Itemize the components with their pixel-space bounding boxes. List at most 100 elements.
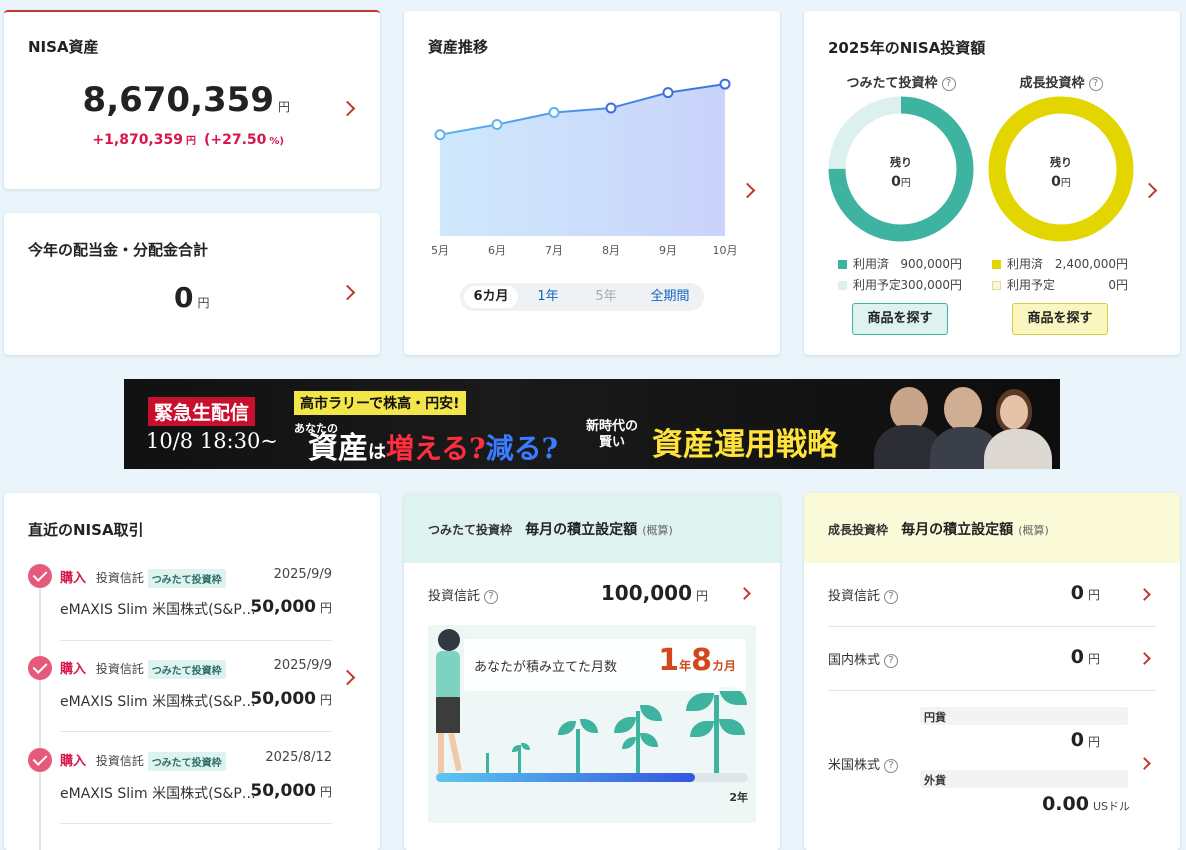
tsumitate-remaining-label: 残り [890, 156, 912, 169]
x-tick-label: 10月 [713, 244, 738, 257]
seicho-find-products-button[interactable]: 商品を探す [1012, 303, 1108, 335]
help-icon[interactable]: ? [941, 76, 956, 91]
mutual-fund-unit: 円 [695, 589, 708, 603]
transaction-category: 投資信託 [95, 754, 144, 768]
seicho-mutual-fund-row: 投資信託? [828, 585, 899, 604]
banner-anata: あなたの [294, 422, 338, 435]
chevron-right-icon[interactable] [1138, 652, 1151, 665]
asset-point[interactable] [491, 118, 503, 130]
seicho-used-value: 2,400,000 [1054, 257, 1116, 271]
progress-end-label: 2年 [729, 791, 748, 804]
asset-trend-card[interactable]: 資産推移 5月 6月 7月 8月 9月 10月 6カ月 1年 5年 全期間 [404, 11, 780, 355]
tsumitate-frame-label: つみたて投資枠 [846, 76, 938, 91]
x-tick-label: 5月 [431, 244, 449, 257]
chevron-right-icon[interactable] [339, 669, 356, 686]
tab-all-time[interactable]: 全期間 [640, 286, 700, 308]
domestic-stock-row: 国内株式? [828, 649, 899, 668]
tsumitate-planned-unit: 円 [949, 278, 962, 292]
us-fx-unit: USドル [1092, 800, 1130, 813]
asset-point[interactable] [434, 129, 446, 141]
nisa-assets-gain: +1,870,359 円 (+27.50%) [4, 132, 284, 148]
asset-area [440, 84, 725, 236]
divider [60, 731, 332, 732]
nisa-assets-card[interactable]: NISA資産 8,670,359 円 +1,870,359 円 (+27.50%) [4, 10, 380, 189]
tsumitate-frame-title: つみたて投資枠? [828, 72, 974, 91]
chevron-right-icon[interactable] [1138, 757, 1151, 770]
tab-5-years: 5年 [595, 289, 617, 304]
transaction-type: 購入 [60, 662, 87, 677]
account-badge: つみたて投資枠 [147, 752, 226, 771]
months-box: あなたが積み立てた月数 1年8カ月 [464, 639, 746, 691]
asset-point[interactable] [548, 107, 560, 119]
banner-wa: は [368, 442, 386, 463]
live-stream-banner[interactable]: 緊急生配信 10/8 18:30~ 高市ラリーで株高・円安! あなたの資産は増え… [124, 379, 1060, 469]
seicho-legend-used: 利用済 2,400,000円 [992, 255, 1128, 272]
tab-6-months[interactable]: 6カ月 [464, 286, 518, 308]
tab-1-year[interactable]: 1年 [524, 286, 572, 308]
asset-trend-chart: 5月 6月 7月 8月 9月 10月 [431, 78, 738, 257]
banner-shisan: 資産 [308, 431, 368, 466]
check-icon [28, 748, 52, 772]
monthly-note: (概算) [642, 524, 673, 537]
help-icon[interactable]: ? [884, 758, 899, 773]
fund-name[interactable]: eMAXIS Slim 米国株式(S&P… [60, 691, 256, 711]
timeline-line [39, 573, 41, 850]
chevron-right-icon[interactable] [1138, 588, 1151, 601]
chevron-right-icon[interactable] [339, 284, 356, 301]
nisa-assets-unit: 円 [277, 100, 290, 114]
account-badge: つみたて投資枠 [147, 660, 226, 679]
help-icon[interactable]: ? [884, 589, 899, 604]
tsumitate-remaining-unit: 円 [900, 178, 911, 189]
foreign-currency-label: 外貨 [920, 770, 1128, 788]
monthly-title: 毎月の積立設定額 [901, 522, 1014, 538]
us-yen-amount: 0 [1070, 729, 1084, 751]
asset-point[interactable] [605, 102, 617, 114]
chevron-right-icon[interactable] [738, 587, 751, 600]
months-unit: カ月 [711, 659, 736, 673]
banner-strategy: 資産運用戦略 [652, 427, 838, 463]
banner-headline: あなたの資産は増える?減る? [294, 423, 558, 467]
help-icon[interactable]: ? [1088, 76, 1103, 91]
gain-unit: 円 [185, 136, 196, 147]
gain-percent-unit: %) [269, 136, 284, 147]
nisa-investment-card[interactable]: 2025年のNISA投資額 つみたて投資枠? 残り 0円 利用済 900,000… [804, 11, 1180, 355]
x-tick-label: 6月 [488, 244, 506, 257]
tsumitate-monthly-card[interactable]: つみたて投資枠 毎月の積立設定額 (概算) 投資信託? 100,000円 あな [404, 493, 780, 850]
help-icon[interactable]: ? [484, 589, 499, 604]
seicho-monthly-card[interactable]: 成長投資枠 毎月の積立設定額 (概算) 投資信託? 0円 国内株式? 0円 米国… [804, 493, 1180, 850]
dividend-unit: 円 [197, 296, 210, 310]
transaction-date: 2025/9/9 [273, 567, 332, 582]
months-value: 1年8カ月 [658, 643, 736, 678]
fund-name[interactable]: eMAXIS Slim 米国株式(S&P… [60, 783, 256, 803]
tsumitate-legend-used: 利用済 900,000円 [838, 255, 962, 272]
accumulation-progress-track [436, 773, 748, 782]
nisa-assets-amount: 8,670,359 [82, 80, 274, 120]
nisa-assets-amount-row: 8,670,359 円 [4, 80, 290, 120]
divider [828, 626, 1156, 627]
transaction-category: 投資信託 [95, 662, 144, 676]
chevron-right-icon[interactable] [339, 100, 356, 117]
help-icon[interactable]: ? [884, 653, 899, 668]
divider [828, 690, 1156, 691]
gain-amount: +1,870,359 [92, 132, 183, 148]
mutual-fund-amount: 100,000 [600, 581, 692, 605]
chevron-right-icon[interactable] [1141, 182, 1158, 199]
transaction-amount: 50,000 [250, 597, 316, 617]
check-icon [28, 564, 52, 588]
person-illustration [438, 629, 460, 651]
dividend-card[interactable]: 今年の配当金・分配金合計 0円 [4, 213, 380, 355]
banner-datetime: 10/8 18:30~ [146, 429, 278, 453]
seicho-remaining-unit: 円 [1060, 178, 1071, 189]
transaction-type: 購入 [60, 754, 87, 769]
nisa-investment-title: 2025年のNISA投資額 [828, 39, 986, 57]
fund-name[interactable]: eMAXIS Slim 米国株式(S&P… [60, 599, 256, 619]
us-stock-label: 米国株式 [828, 758, 881, 773]
frame-tag: 成長投資枠 [828, 523, 889, 537]
seicho-used-unit: 円 [1115, 257, 1128, 271]
tsumitate-find-products-button[interactable]: 商品を探す [852, 303, 948, 335]
recent-transactions-card[interactable]: 直近のNISA取引 購入 投資信託 つみたて投資枠 2025/9/9 eMAXI… [4, 493, 380, 850]
banner-headline-tag: 高市ラリーで株高・円安! [294, 391, 466, 415]
dividend-amount: 0 [174, 281, 194, 314]
asset-point[interactable] [662, 87, 674, 99]
asset-point[interactable] [719, 78, 731, 90]
